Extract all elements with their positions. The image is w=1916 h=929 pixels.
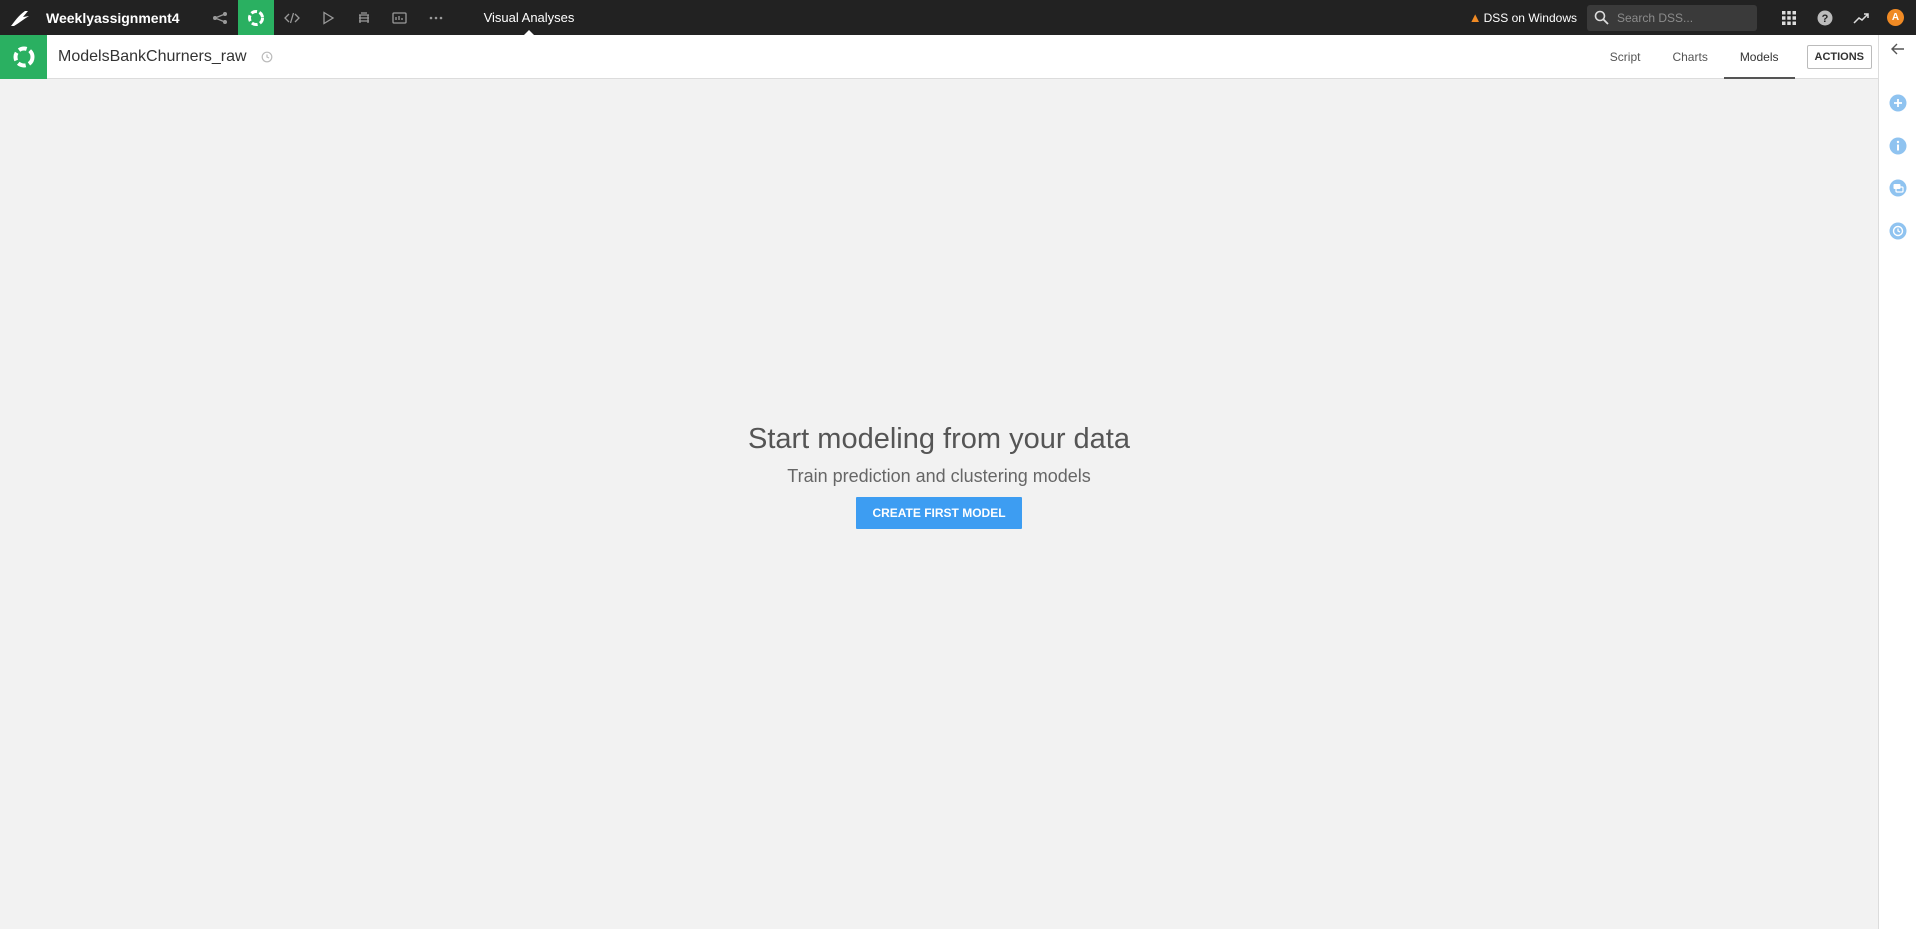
run-icon[interactable] [310, 0, 346, 35]
discussions-icon[interactable] [1879, 179, 1916, 197]
help-icon[interactable]: ? [1807, 0, 1843, 35]
tab-models[interactable]: Models [1723, 35, 1795, 79]
more-icon[interactable] [418, 0, 454, 35]
search-box[interactable] [1587, 4, 1757, 31]
empty-state-title: Start modeling from your data [747, 423, 1130, 455]
empty-state-subtitle: Train prediction and clustering models [787, 466, 1091, 486]
analysis-header: ModelsBankChurners_raw Script Charts Mod… [0, 34, 1878, 79]
code-icon[interactable] [274, 0, 310, 35]
timeline-icon[interactable] [1879, 222, 1916, 240]
header-tabs: Script Charts Models ACTIONS [1594, 35, 1872, 79]
empty-state: Start modeling from your data Train pred… [0, 423, 1878, 529]
analysis-icon[interactable] [237, 0, 274, 35]
flow-icon[interactable] [202, 0, 238, 35]
page-title[interactable]: ModelsBankChurners_raw [58, 48, 247, 66]
create-first-model-button[interactable]: CREATE FIRST MODEL [856, 497, 1022, 529]
search-icon [1594, 10, 1609, 25]
environment-warning[interactable]: ▲ DSS on Windows [1469, 10, 1577, 25]
avatar[interactable]: A [1887, 9, 1904, 26]
trend-icon[interactable] [1843, 0, 1879, 35]
topbar-right-group: ▲ DSS on Windows ? A [1469, 0, 1916, 35]
tab-script[interactable]: Script [1594, 35, 1657, 79]
analysis-icon [0, 34, 47, 79]
add-icon[interactable] [1879, 94, 1916, 112]
project-name[interactable]: Weeklyassignment4 [46, 10, 180, 26]
dss-logo-icon[interactable] [0, 0, 40, 35]
section-label-visual-analyses[interactable]: Visual Analyses [484, 0, 574, 35]
library-icon[interactable] [346, 0, 382, 35]
collapse-arrow-icon[interactable] [1879, 43, 1916, 55]
right-sidebar [1878, 35, 1916, 929]
apps-grid-icon[interactable] [1771, 0, 1807, 35]
svg-text:?: ? [1822, 13, 1829, 25]
actions-button[interactable]: ACTIONS [1806, 45, 1872, 69]
search-input[interactable] [1617, 10, 1747, 25]
warning-icon: ▲ [1468, 10, 1482, 25]
warning-text: DSS on Windows [1483, 10, 1577, 25]
dashboard-icon[interactable] [382, 0, 418, 35]
main-content: Start modeling from your data Train pred… [0, 79, 1878, 929]
info-icon[interactable] [1879, 137, 1916, 155]
history-icon[interactable] [261, 51, 273, 63]
tab-charts[interactable]: Charts [1656, 35, 1723, 79]
top-navigation-bar: Weeklyassignment4 Visual Analyses ▲ DSS … [0, 0, 1916, 35]
